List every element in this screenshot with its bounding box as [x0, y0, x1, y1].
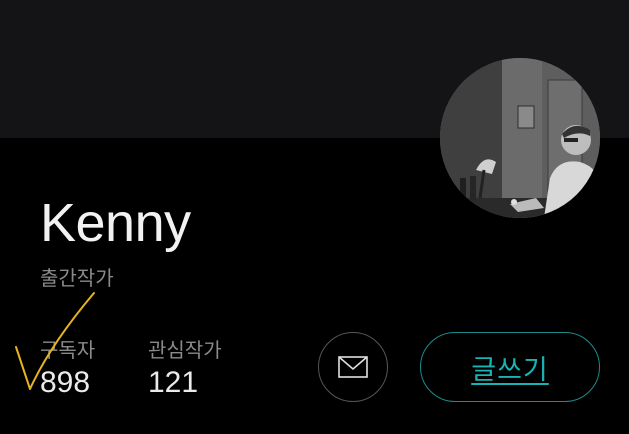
following-count: 121	[148, 366, 199, 399]
write-button-label: 글쓰기	[471, 354, 549, 386]
subscribers-count: 898	[40, 366, 91, 399]
message-button[interactable]	[318, 332, 388, 402]
write-button[interactable]: 글쓰기	[420, 332, 600, 402]
profile-name: Kenny	[40, 193, 191, 253]
following-label: 관심작가	[148, 338, 222, 362]
profile-role: 출간작가	[40, 266, 114, 290]
envelope-icon	[338, 356, 368, 378]
subscribers-label: 구독자	[40, 338, 96, 362]
avatar[interactable]	[440, 58, 600, 218]
following-stat[interactable]: 관심작가 121	[148, 340, 222, 398]
subscribers-stat[interactable]: 구독자 898	[40, 340, 95, 398]
avatar-photo	[440, 58, 600, 218]
profile-page: Kenny 출간작가 구독자 898 관심작가 121 글쓰기	[0, 0, 629, 434]
